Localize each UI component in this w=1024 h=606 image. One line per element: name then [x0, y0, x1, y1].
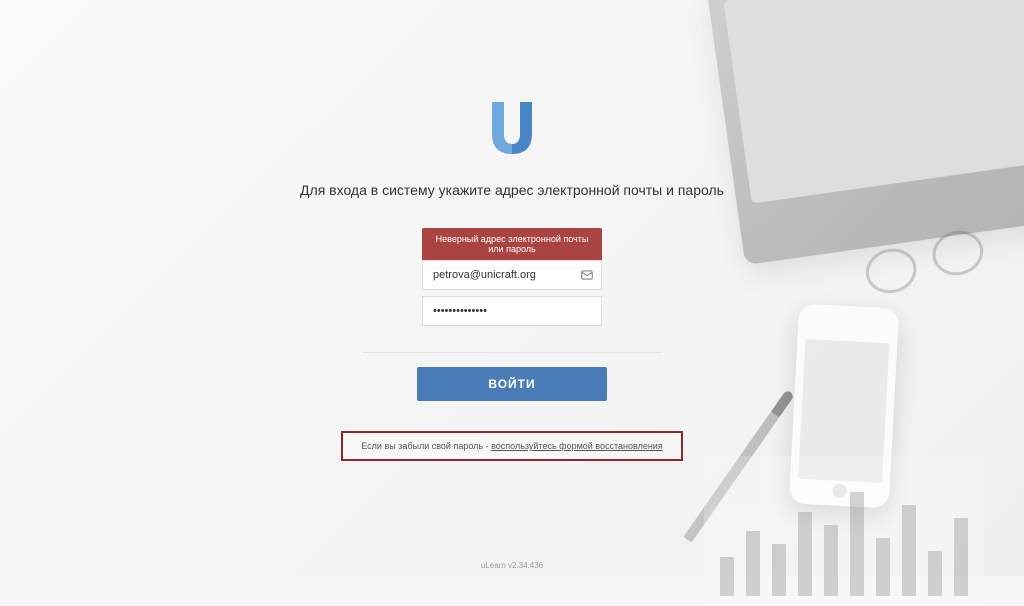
form-divider — [362, 352, 662, 353]
password-input-wrapper — [422, 296, 602, 326]
forgot-prefix-text: Если вы забыли свой пароль - — [361, 441, 491, 451]
password-input[interactable] — [422, 296, 602, 326]
login-button[interactable]: ВОЙТИ — [417, 367, 607, 401]
email-input[interactable] — [422, 260, 602, 290]
forgot-password-link[interactable]: воспользуйтесь формой восстановления — [491, 441, 663, 451]
app-logo — [488, 100, 536, 158]
bg-chart-decor — [704, 456, 984, 606]
login-form: Неверный адрес электронной почты или пар… — [422, 228, 602, 332]
forgot-password-box: Если вы забыли свой пароль - воспользуйт… — [341, 431, 682, 461]
footer-version: uLearn v2.34.436 — [0, 561, 1024, 570]
email-input-wrapper — [422, 260, 602, 290]
login-form-container: Для входа в систему укажите адрес электр… — [0, 0, 1024, 461]
error-banner: Неверный адрес электронной почты или пар… — [422, 228, 602, 260]
email-icon — [580, 268, 594, 282]
instruction-text: Для входа в систему укажите адрес электр… — [300, 182, 724, 198]
